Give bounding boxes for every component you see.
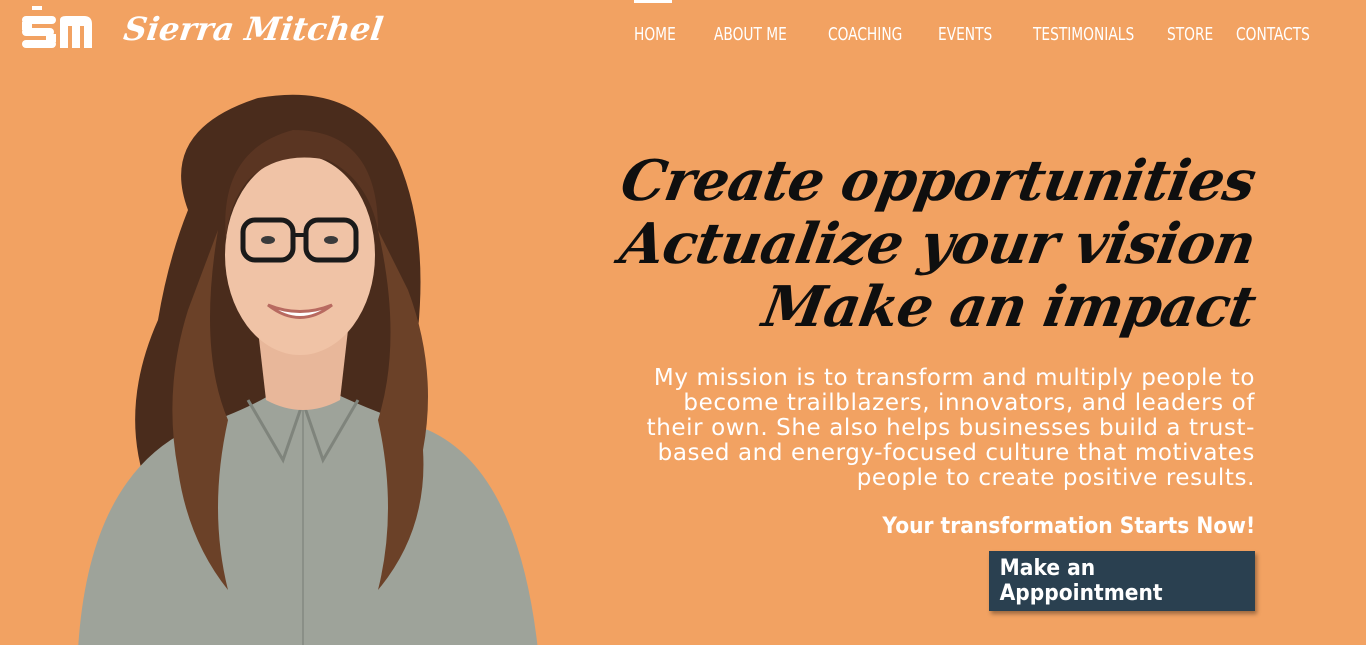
make-appointment-button[interactable]: Make an Apppointment xyxy=(989,551,1255,611)
nav-store[interactable]: STORE xyxy=(1167,24,1213,45)
nav-about-me[interactable]: ABOUT ME xyxy=(714,24,787,45)
brand-name: Sierra Mitchel xyxy=(121,10,386,48)
sm-monogram-icon xyxy=(22,6,94,52)
headline-line-1: Create opportunities xyxy=(615,148,1260,214)
nav-events[interactable]: EVENTS xyxy=(938,24,992,45)
nav-active-indicator xyxy=(634,0,672,3)
headline-line-2: Actualize your vision xyxy=(615,211,1260,277)
make-appointment-label: Make an Apppointment xyxy=(999,556,1163,606)
cta-tagline: Your transformation Starts Now! xyxy=(882,514,1255,539)
nav-coaching[interactable]: COACHING xyxy=(828,24,902,45)
nav-home[interactable]: HOME xyxy=(634,24,676,45)
hero-headline: Create opportunities Actualize your visi… xyxy=(615,148,1260,340)
mission-text: My mission is to transform and multiply … xyxy=(646,365,1255,491)
nav-testimonials[interactable]: TESTIMONIALS xyxy=(1033,24,1134,45)
headline-line-3: Make an impact xyxy=(757,274,1260,340)
brand-logo[interactable]: Sierra Mitchel xyxy=(22,6,386,52)
nav-contacts[interactable]: CONTACTS xyxy=(1236,24,1310,45)
portrait-photo xyxy=(78,90,538,645)
